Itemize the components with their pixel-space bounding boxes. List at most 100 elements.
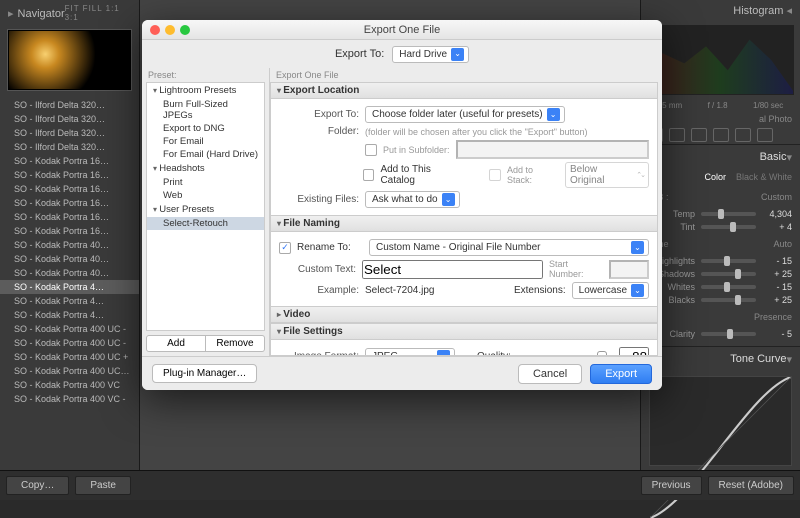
preset-item[interactable]: Burn Full-Sized JPEGs bbox=[147, 98, 264, 122]
paste-button[interactable]: Paste bbox=[75, 476, 131, 495]
preset-row[interactable]: SO - Kodak Portra 4… bbox=[0, 308, 139, 322]
quality-field[interactable] bbox=[619, 347, 649, 356]
tone-curve-graph[interactable] bbox=[649, 376, 792, 466]
section-file-naming[interactable]: File Naming bbox=[271, 215, 657, 232]
copy-button[interactable]: Copy… bbox=[6, 476, 69, 495]
gradient-icon[interactable] bbox=[713, 128, 729, 142]
sh-slider[interactable]: Shadows+ 25 bbox=[649, 269, 792, 279]
wh-slider[interactable]: Whites- 15 bbox=[649, 282, 792, 292]
dialog-title: Export One File bbox=[142, 24, 662, 36]
custom-text-field[interactable] bbox=[362, 260, 543, 279]
preset-row[interactable]: SO - Ilford Delta 320… bbox=[0, 98, 139, 112]
section-file-settings[interactable]: File Settings bbox=[271, 323, 657, 340]
tint-slider[interactable]: Tint+ 4 bbox=[649, 222, 792, 232]
preset-row[interactable]: SO - Kodak Portra 16… bbox=[0, 196, 139, 210]
cl-slider[interactable]: Clarity- 5 bbox=[649, 329, 792, 339]
preset-item[interactable]: Print bbox=[147, 176, 264, 189]
preset-row[interactable]: SO - Kodak Portra 400 UC ++ bbox=[0, 364, 139, 378]
preset-row[interactable]: SO - Kodak Portra 4… bbox=[0, 280, 139, 294]
preset-list[interactable]: SO - Ilford Delta 320…SO - Ilford Delta … bbox=[0, 98, 139, 500]
tool-icons bbox=[641, 126, 800, 144]
redeye-icon[interactable] bbox=[691, 128, 707, 142]
basic-header[interactable]: Basic bbox=[641, 144, 800, 170]
bottom-bar: Copy… Paste Previous Reset (Adobe) bbox=[0, 470, 800, 500]
preset-item-selected[interactable]: Select-Retouch bbox=[147, 217, 264, 230]
preset-row[interactable]: SO - Kodak Portra 16… bbox=[0, 182, 139, 196]
export-to-select[interactable]: Hard Drive ⌄ bbox=[392, 46, 469, 63]
navigator-header[interactable]: Navigator FIT FILL 1:1 3:1 bbox=[0, 0, 139, 26]
preset-row[interactable]: SO - Kodak Portra 40… bbox=[0, 252, 139, 266]
temp-slider[interactable]: Temp4,304 bbox=[649, 209, 792, 219]
spot-icon[interactable] bbox=[669, 128, 685, 142]
export-button[interactable]: Export bbox=[590, 364, 652, 384]
plugin-manager-button[interactable]: Plug-in Manager… bbox=[152, 364, 257, 383]
section-export-location[interactable]: Export Location bbox=[271, 83, 657, 99]
existing-files-select[interactable]: Ask what to do ⌄ bbox=[365, 191, 460, 208]
histogram-header[interactable]: Histogram bbox=[641, 0, 800, 21]
treatment-bw[interactable]: Black & White bbox=[736, 172, 792, 182]
original-photo-label: al Photo bbox=[641, 112, 800, 126]
bl-slider[interactable]: Blacks+ 25 bbox=[649, 295, 792, 305]
remove-preset-button[interactable]: Remove bbox=[206, 335, 265, 352]
export-to-row: Export To: Hard Drive ⌄ bbox=[142, 40, 662, 68]
treatment-color[interactable]: Color bbox=[704, 172, 726, 182]
preset-item[interactable]: Export to DNG bbox=[147, 122, 264, 135]
titlebar[interactable]: Export One File bbox=[142, 20, 662, 40]
navigator-zoom[interactable]: FIT FILL 1:1 3:1 bbox=[65, 4, 131, 22]
preset-group-headshots[interactable]: Headshots bbox=[147, 161, 264, 176]
loc-export-to-select[interactable]: Choose folder later (useful for presets)… bbox=[365, 106, 565, 123]
preset-row[interactable]: SO - Kodak Portra 16… bbox=[0, 224, 139, 238]
preset-row[interactable]: SO - Kodak Portra 400 VC bbox=[0, 378, 139, 392]
navigator-thumbnail[interactable] bbox=[8, 30, 131, 90]
preset-row[interactable]: SO - Ilford Delta 320… bbox=[0, 140, 139, 154]
rename-checkbox[interactable] bbox=[279, 242, 291, 254]
preset-row[interactable]: SO - Kodak Portra 400 VC - bbox=[0, 392, 139, 406]
preset-item[interactable]: For Email (Hard Drive) bbox=[147, 148, 264, 161]
auto-button[interactable]: Auto bbox=[773, 239, 792, 249]
settings-sections: Export Location Export To: Choose folder… bbox=[270, 82, 658, 356]
preset-group-lightroom[interactable]: Lightroom Presets bbox=[147, 83, 264, 98]
rename-template-select[interactable]: Custom Name - Original File Number ⌄ bbox=[369, 239, 649, 256]
preset-row[interactable]: SO - Kodak Portra 40… bbox=[0, 266, 139, 280]
preset-row[interactable]: SO - Kodak Portra 400 UC - bbox=[0, 336, 139, 350]
preset-group-user[interactable]: User Presets bbox=[147, 202, 264, 217]
preset-item[interactable]: Web bbox=[147, 189, 264, 202]
preset-row[interactable]: SO - Kodak Portra 16… bbox=[0, 154, 139, 168]
brush-icon[interactable] bbox=[757, 128, 773, 142]
export-to-label: Export To: bbox=[335, 48, 384, 60]
wb-dropdown[interactable]: Custom bbox=[761, 192, 792, 202]
cancel-button[interactable]: Cancel bbox=[518, 364, 582, 384]
section-video[interactable]: Video bbox=[271, 306, 657, 323]
reset-button[interactable]: Reset (Adobe) bbox=[708, 476, 794, 495]
previous-button[interactable]: Previous bbox=[641, 476, 702, 495]
preset-row[interactable]: SO - Kodak Portra 16… bbox=[0, 210, 139, 224]
add-preset-button[interactable]: Add bbox=[146, 335, 206, 352]
preset-row[interactable]: SO - Ilford Delta 320… bbox=[0, 126, 139, 140]
preset-row[interactable]: SO - Kodak Portra 400 UC - bbox=[0, 322, 139, 336]
put-subfolder-checkbox[interactable] bbox=[365, 144, 377, 156]
preset-row[interactable]: SO - Kodak Portra 4… bbox=[0, 294, 139, 308]
add-catalog-label: Add to This Catalog bbox=[380, 164, 465, 186]
subfolder-field bbox=[456, 140, 649, 159]
preset-tree[interactable]: Lightroom Presets Burn Full-Sized JPEGs … bbox=[146, 82, 265, 331]
format-select[interactable]: JPEG ⌄ bbox=[365, 348, 455, 356]
preset-row[interactable]: SO - Kodak Portra 40… bbox=[0, 238, 139, 252]
hi-slider[interactable]: Highlights- 15 bbox=[649, 256, 792, 266]
preset-row[interactable]: SO - Kodak Portra 400 UC + bbox=[0, 350, 139, 364]
start-number-label: Start Number: bbox=[549, 259, 603, 279]
histogram[interactable] bbox=[647, 25, 794, 95]
radial-icon[interactable] bbox=[735, 128, 751, 142]
tonecurve-header[interactable]: Tone Curve bbox=[641, 346, 800, 372]
treatment-toggle[interactable]: Color Black & White bbox=[641, 170, 800, 184]
file-settings-body: Image Format: JPEG ⌄ Quality: Color Spac… bbox=[271, 340, 657, 356]
preset-row[interactable]: SO - Kodak Portra 16… bbox=[0, 168, 139, 182]
chevron-down-icon: ⌄ bbox=[442, 193, 455, 206]
preset-item[interactable]: For Email bbox=[147, 135, 264, 148]
preset-row[interactable]: SO - Ilford Delta 320… bbox=[0, 112, 139, 126]
preset-panel: Preset: Lightroom Presets Burn Full-Size… bbox=[142, 68, 270, 356]
add-catalog-checkbox[interactable] bbox=[363, 169, 375, 181]
histogram-label: Histogram bbox=[729, 4, 792, 17]
extensions-select[interactable]: Lowercase ⌄ bbox=[572, 282, 649, 299]
navigator-label: Navigator bbox=[8, 7, 65, 20]
preset-header: Preset: bbox=[142, 68, 269, 82]
